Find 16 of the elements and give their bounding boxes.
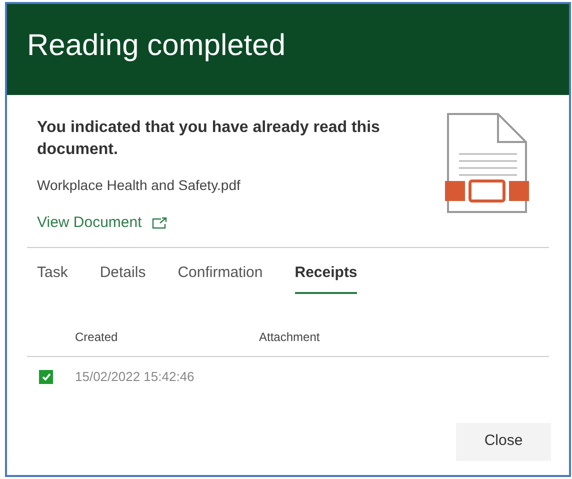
file-name: Workplace Health and Safety.pdf (37, 176, 242, 195)
dialog-title: Reading completed (27, 30, 286, 64)
check-icon (42, 372, 50, 381)
view-document-link[interactable]: View Document (37, 212, 142, 234)
close-button[interactable]: Close (456, 422, 551, 460)
table-cell-text: 15/02/2022 15:42:46 (75, 368, 194, 386)
tab[interactable]: Receipts (294, 262, 358, 294)
checkbox[interactable] (39, 370, 53, 384)
message-text: You indicated that you have already read this document. (37, 118, 381, 160)
tab[interactable]: Confirmation (178, 262, 263, 294)
column-header: Created (75, 329, 119, 346)
column-header: Attachment (259, 329, 320, 346)
document-icon (445, 113, 529, 215)
tab[interactable]: Task (37, 262, 68, 294)
tab[interactable]: Details (100, 262, 146, 294)
external-link-icon (152, 217, 168, 230)
